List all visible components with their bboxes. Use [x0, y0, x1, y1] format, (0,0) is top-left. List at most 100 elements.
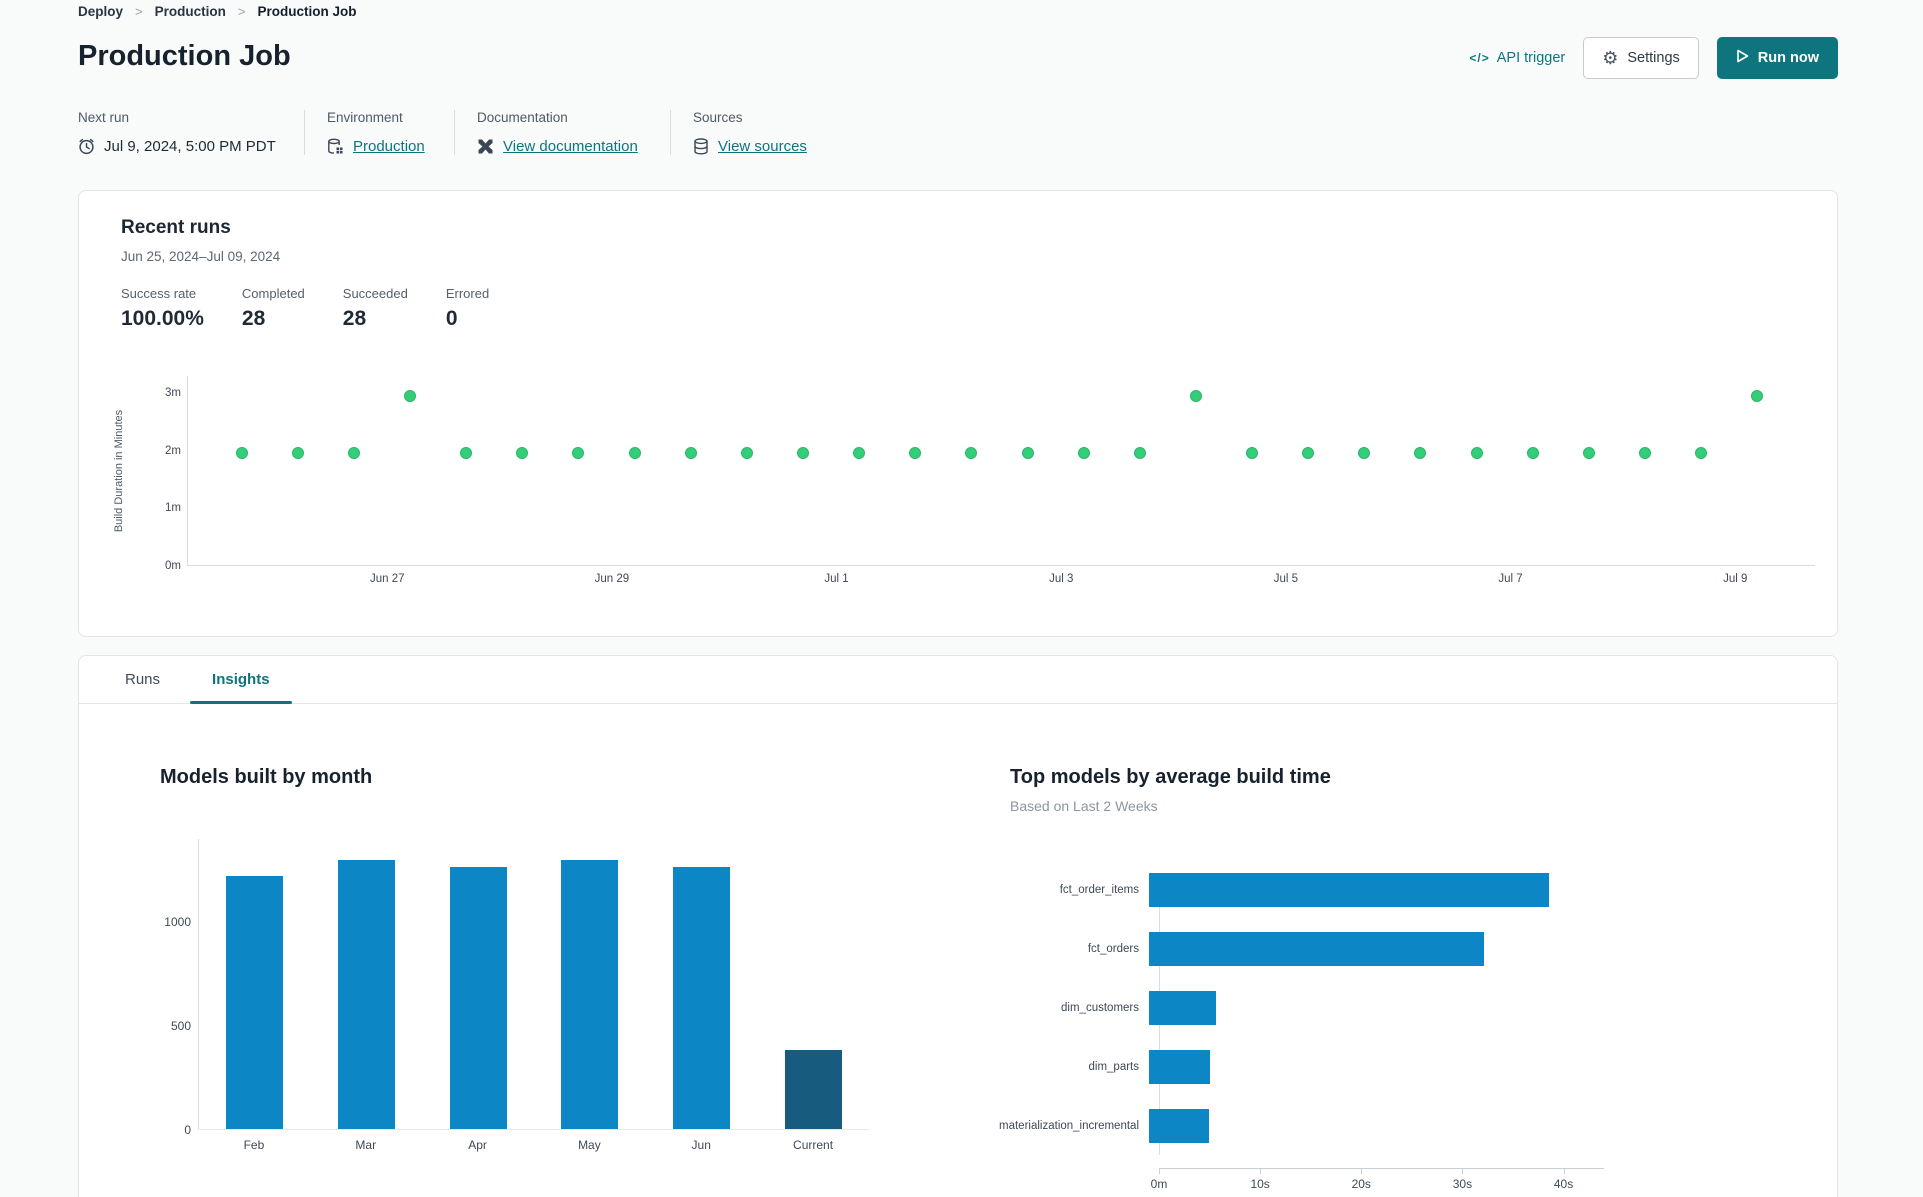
page-title: Production Job [78, 40, 291, 72]
view-documentation-link[interactable]: View documentation [503, 138, 638, 155]
month-y-tick-label: 500 [170, 1019, 191, 1034]
model-build-time-bar[interactable] [1149, 1050, 1210, 1084]
run-duration-dot[interactable] [460, 447, 473, 460]
run-duration-dot[interactable] [1638, 447, 1651, 460]
month-bar[interactable] [338, 859, 395, 1129]
model-name-label: dim_customers [1061, 1002, 1139, 1014]
month-y-tick-label: 0 [184, 1123, 191, 1137]
meta-environment: Environment Production [304, 110, 454, 155]
scatter-y-tick-label: 3m [165, 387, 181, 400]
run-duration-dot[interactable] [1526, 447, 1539, 460]
model-name-label: materialization_incremental [999, 1120, 1139, 1132]
header-actions: </> API trigger ⚙ Settings Run now [1469, 36, 1838, 80]
job-meta-row: Next run Jul 9, 2024, 5:00 PM PDT Enviro… [78, 110, 835, 155]
run-duration-dot[interactable] [1189, 390, 1202, 403]
api-trigger-link[interactable]: </> API trigger [1469, 50, 1565, 66]
run-duration-dot[interactable] [740, 447, 753, 460]
month-bar[interactable] [673, 866, 731, 1129]
view-sources-link[interactable]: View sources [718, 138, 807, 155]
run-duration-dot[interactable] [516, 447, 529, 460]
run-duration-dot[interactable] [965, 447, 978, 460]
breadcrumb-item-deploy[interactable]: Deploy [78, 4, 123, 19]
hbar-x-axis: 0m 10s 20s 30s 40s [1151, 1168, 1604, 1194]
model-build-time-bar[interactable] [1149, 932, 1484, 966]
top-models-subtitle: Based on Last 2 Weeks [1010, 798, 1158, 814]
run-duration-dot[interactable] [1302, 447, 1315, 460]
run-duration-dot[interactable] [797, 447, 809, 460]
run-duration-dot[interactable] [1358, 447, 1371, 460]
scatter-x-tick-label: Jun 27 [369, 573, 405, 585]
run-duration-dot[interactable] [628, 447, 641, 460]
month-bar-cell [646, 839, 758, 1129]
model-build-time-row: dim_parts [979, 1050, 1604, 1084]
clock-icon [78, 138, 95, 155]
stat-value: 28 [342, 307, 367, 330]
run-duration-dot[interactable] [1021, 447, 1034, 460]
month-x-label: May [578, 1138, 601, 1152]
model-build-time-bar[interactable] [1149, 991, 1216, 1025]
run-duration-dot[interactable] [909, 447, 922, 460]
dbt-docs-icon [477, 138, 494, 155]
run-duration-dot[interactable] [1582, 447, 1595, 460]
run-duration-dot[interactable] [572, 447, 585, 460]
run-duration-dot[interactable] [347, 447, 360, 460]
code-icon: </> [1469, 51, 1490, 65]
gear-icon: ⚙ [1602, 48, 1619, 68]
model-build-time-row: fct_order_items [979, 873, 1604, 907]
scatter-y-tick-label: 2m [165, 444, 181, 457]
month-y-tick-label: 1000 [164, 915, 191, 930]
settings-label: Settings [1627, 50, 1680, 66]
chevron-right-icon: > [135, 4, 143, 19]
scatter-y-axis-title: Build Duration in Minutes [113, 409, 125, 533]
recent-runs-card: Recent runs Jun 25, 2024–Jul 09, 2024 Su… [78, 190, 1838, 637]
run-duration-dot[interactable] [1751, 390, 1764, 403]
run-duration-dot[interactable] [404, 390, 417, 403]
month-bar[interactable] [449, 866, 507, 1129]
api-trigger-label: API trigger [1496, 50, 1566, 66]
run-duration-dot[interactable] [1470, 447, 1483, 460]
month-bar[interactable] [784, 1050, 842, 1129]
insights-panel: Runs Insights Models built by month 0 500… [78, 655, 1838, 1197]
run-duration-dot[interactable] [1246, 447, 1259, 460]
run-duration-dot[interactable] [1414, 447, 1427, 460]
tab-runs[interactable]: Runs [99, 656, 186, 703]
model-bar-track [1149, 932, 1589, 966]
run-duration-dot[interactable] [853, 447, 866, 460]
scatter-x-ticks: Jun 27 Jun 29 Jul 1 Jul 3 Jul 5 Jul 7 Jul 9 [187, 573, 1815, 589]
model-build-time-bar[interactable] [1149, 873, 1549, 907]
month-bar[interactable] [226, 876, 284, 1129]
scatter-x-tick-label: Jul 7 [1498, 573, 1523, 585]
month-bar-cell [534, 839, 646, 1129]
environment-link[interactable]: Production [353, 138, 425, 155]
hbar-rows: fct_order_items fct_orders dim_customers di… [979, 873, 1604, 1143]
hbar-tick-mark [1260, 1169, 1262, 1174]
database-icon [693, 138, 709, 155]
next-run-label: Next run [78, 110, 130, 125]
run-duration-dot[interactable] [684, 447, 697, 460]
hbar-tick-mark [1462, 1169, 1464, 1174]
stat-completed: Completed 28 [242, 286, 305, 331]
models-by-month-title: Models built by month [160, 766, 373, 788]
play-icon [1736, 49, 1749, 67]
settings-button[interactable]: ⚙ Settings [1583, 37, 1699, 79]
scatter-y-tick-label: 1m [165, 502, 181, 515]
stat-label: Completed [241, 286, 305, 301]
stat-label: Errored [445, 286, 490, 301]
month-x-label: Jun [691, 1138, 711, 1152]
breadcrumb-item-production[interactable]: Production [155, 4, 226, 19]
models-by-month-plot [198, 839, 869, 1130]
run-duration-dot[interactable] [1077, 447, 1090, 460]
run-duration-dot[interactable] [235, 447, 248, 460]
models-by-month-y-ticks: 0 500 1000 [139, 839, 191, 1137]
scatter-y-tick-label: 0m [165, 560, 181, 572]
run-duration-dot[interactable] [291, 447, 304, 460]
run-duration-dot[interactable] [1133, 447, 1146, 460]
model-build-time-row: materialization_incremental [979, 1109, 1604, 1143]
run-duration-dot[interactable] [1695, 447, 1708, 460]
tab-insights[interactable]: Insights [186, 656, 296, 704]
month-bar[interactable] [561, 859, 619, 1129]
hbar-tick-mark [1159, 1169, 1160, 1174]
stat-success-rate: Success rate 100.00% [121, 286, 204, 331]
run-now-button[interactable]: Run now [1716, 37, 1838, 79]
model-build-time-bar[interactable] [1149, 1109, 1209, 1143]
